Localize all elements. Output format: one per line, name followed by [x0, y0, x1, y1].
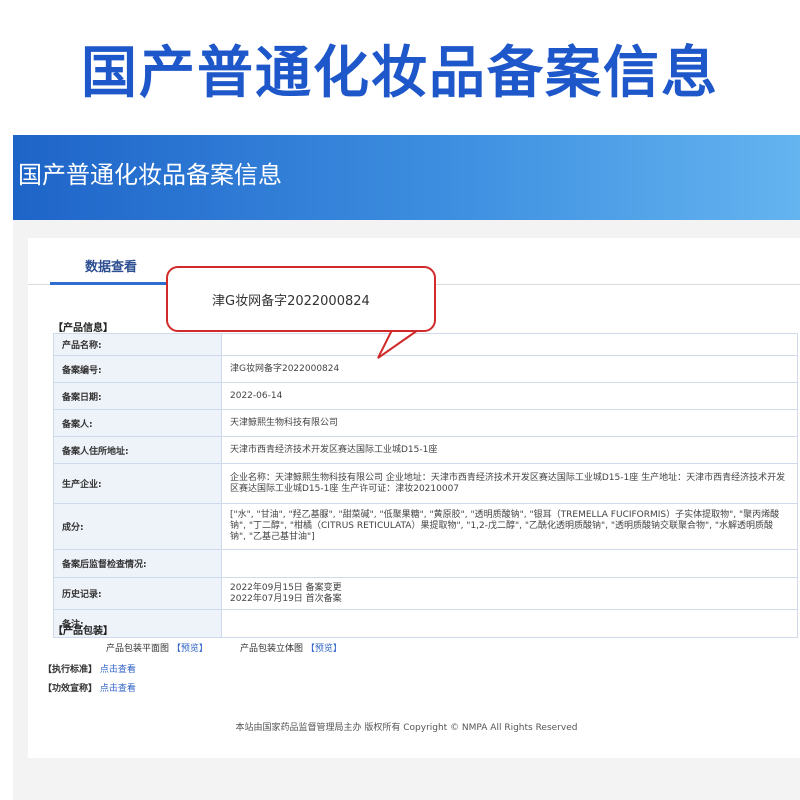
table-row: 成分: ["水", "甘油", "羟乙基脲", "甜菜碱", "低聚果糖", "黄… — [53, 503, 798, 550]
package-solid-row: 产品包装立体图 【预览】 — [240, 641, 342, 654]
callout-text: 津G妆网备字2022000824 — [212, 294, 370, 309]
efficacy-view-link[interactable]: 点击查看 — [100, 684, 136, 694]
table-row: 备案编号: 津G妆网备字2022000824 — [53, 355, 798, 383]
row-value — [221, 549, 798, 578]
tab-active-indicator — [50, 282, 172, 285]
table-row: 备案人: 天津鲸熙生物科技有限公司 — [53, 409, 798, 437]
table-row: 历史记录: 2022年09月15日 备案变更 2022年07月19日 首次备案 — [53, 577, 798, 610]
package-solid-preview-link[interactable]: 【预览】 — [306, 644, 342, 654]
row-value: 津G妆网备字2022000824 — [221, 355, 798, 383]
row-label: 产品名称: — [53, 333, 222, 356]
row-label: 备案后监督检查情况: — [53, 549, 222, 578]
row-label: 生产企业: — [53, 463, 222, 504]
package-flat-label: 产品包装平面图 — [106, 644, 170, 654]
table-row: 生产企业: 企业名称：天津鲸熙生物科技有限公司 企业地址：天津市西青经济技术开发区… — [53, 463, 798, 504]
banner-title: 国产普通化妆品备案信息 — [18, 161, 282, 189]
section-standard: 【执行标准】 — [43, 665, 98, 675]
row-label: 备案人: — [53, 409, 222, 437]
site-banner: 国产普通化妆品备案信息 — [13, 135, 800, 220]
row-value: 2022年09月15日 备案变更 2022年07月19日 首次备案 — [221, 577, 798, 610]
standard-row: 【执行标准】 点击查看 — [43, 662, 136, 675]
package-flat-preview-link[interactable]: 【预览】 — [172, 644, 208, 654]
section-packaging: 【产品包装】 — [53, 626, 113, 637]
row-label: 历史记录: — [53, 577, 222, 610]
table-row: 备案日期: 2022-06-14 — [53, 382, 798, 410]
row-value: 企业名称：天津鲸熙生物科技有限公司 企业地址：天津市西青经济技术开发区赛达国际工… — [221, 463, 798, 504]
table-row: 备案人住所地址: 天津市西青经济技术开发区赛达国际工业城D15-1座 — [53, 436, 798, 464]
row-label: 成分: — [53, 503, 222, 550]
row-value: ["水", "甘油", "羟乙基脲", "甜菜碱", "低聚果糖", "黄原胶"… — [221, 503, 798, 550]
hero-title: 国产普通化妆品备案信息 — [81, 41, 719, 106]
package-solid-label: 产品包装立体图 — [240, 644, 304, 654]
tab-data-view[interactable]: 数据查看 — [53, 256, 169, 275]
efficacy-row: 【功效宣称】 点击查看 — [43, 681, 136, 694]
row-value — [221, 333, 798, 356]
product-info-table: 产品名称: 备案编号: 津G妆网备字2022000824 备案日期: 2022-06… — [53, 333, 798, 638]
row-label: 备案日期: — [53, 382, 222, 410]
table-row: 产品名称: — [53, 333, 798, 356]
row-value — [221, 609, 798, 638]
callout-bubble: 津G妆网备字2022000824 — [166, 266, 436, 332]
standard-view-link[interactable]: 点击查看 — [100, 665, 136, 675]
row-value: 2022-06-14 — [221, 382, 798, 410]
row-label: 备案人住所地址: — [53, 436, 222, 464]
footer-copyright: 本站由国家药品监督管理局主办 版权所有 Copyright © NMPA All… — [235, 723, 578, 733]
section-product-info: 【产品信息】 — [53, 323, 113, 334]
package-flat-row: 产品包装平面图 【预览】 — [106, 641, 208, 654]
row-value: 天津市西青经济技术开发区赛达国际工业城D15-1座 — [221, 436, 798, 464]
row-label: 备案编号: — [53, 355, 222, 383]
section-efficacy: 【功效宣称】 — [43, 684, 98, 694]
table-row: 备案后监督检查情况: — [53, 549, 798, 578]
row-value: 天津鲸熙生物科技有限公司 — [221, 409, 798, 437]
table-row: 备注: — [53, 609, 798, 638]
hero-header: 国产普通化妆品备案信息 — [0, 0, 800, 135]
